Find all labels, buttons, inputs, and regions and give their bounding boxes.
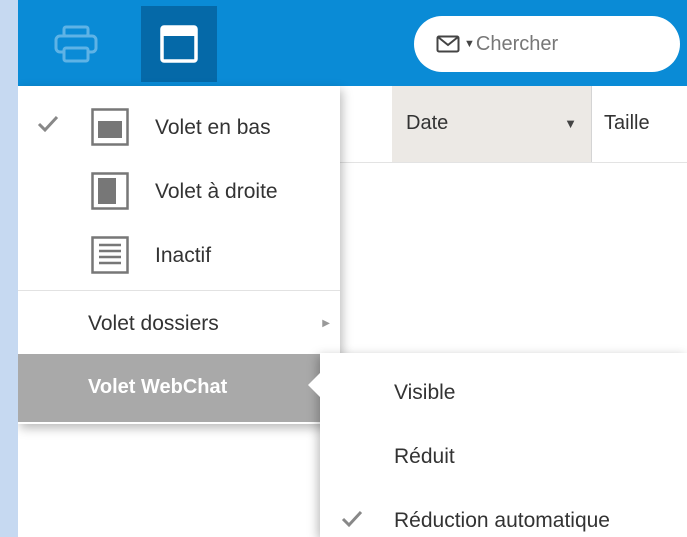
menu-item-pane-right[interactable]: Volet à droite <box>18 160 340 222</box>
check-icon <box>36 114 60 139</box>
reading-pane-icon <box>160 25 198 63</box>
menu-item-folders-pane[interactable]: Volet dossiers ▶ <box>18 298 340 354</box>
submenu-item-auto-reduce[interactable]: Réduction automatique <box>320 487 687 537</box>
search-box[interactable]: ▼ <box>414 16 680 72</box>
menu-item-pane-off[interactable]: Inactif <box>18 224 340 286</box>
menu-item-pane-bottom[interactable]: Volet en bas <box>18 96 340 158</box>
submenu-item-label: Visible <box>394 381 456 404</box>
menu-item-label: Volet en bas <box>155 116 271 139</box>
layout-menu: Volet en bas Volet à droite Inactif Vole… <box>18 86 352 424</box>
mail-app: ▼ Date ▼ Taille Volet en bas <box>18 0 687 537</box>
reading-pane-button[interactable] <box>141 6 217 82</box>
submenu-arrow-icon: ▶ <box>322 318 330 329</box>
search-input[interactable] <box>475 32 646 56</box>
menu-item-label: Volet WebChat <box>88 376 228 398</box>
menu-item-webchat-pane[interactable]: Volet WebChat <box>18 354 352 422</box>
printer-icon <box>54 25 98 63</box>
column-size-label: Taille <box>604 112 650 134</box>
sort-arrow-icon: ▼ <box>564 116 577 131</box>
search-scope-dropdown[interactable]: ▼ <box>436 35 476 53</box>
menu-item-label: Volet à droite <box>155 180 278 203</box>
submenu-item-label: Réduit <box>394 445 455 468</box>
menu-item-label: Volet dossiers <box>88 312 219 335</box>
menu-divider <box>18 290 340 291</box>
submenu-item-label: Réduction automatique <box>394 509 610 532</box>
column-header-date[interactable]: Date ▼ <box>392 86 592 162</box>
pane-bottom-icon <box>91 108 129 151</box>
chevron-down-icon: ▼ <box>464 38 475 50</box>
pane-off-icon <box>91 236 129 279</box>
column-date-label: Date <box>406 112 449 134</box>
webchat-submenu: Visible Réduit Réduction automatique <box>308 353 687 537</box>
submenu-item-visible[interactable]: Visible <box>320 359 687 421</box>
print-button[interactable] <box>38 6 114 82</box>
toolbar: ▼ <box>18 0 687 86</box>
pane-right-icon <box>91 172 129 215</box>
menu-item-label: Inactif <box>155 244 212 267</box>
check-icon <box>340 509 364 534</box>
submenu-item-reduced[interactable]: Réduit <box>320 423 687 485</box>
envelope-icon <box>436 35 460 53</box>
submenu-notch <box>308 373 320 397</box>
